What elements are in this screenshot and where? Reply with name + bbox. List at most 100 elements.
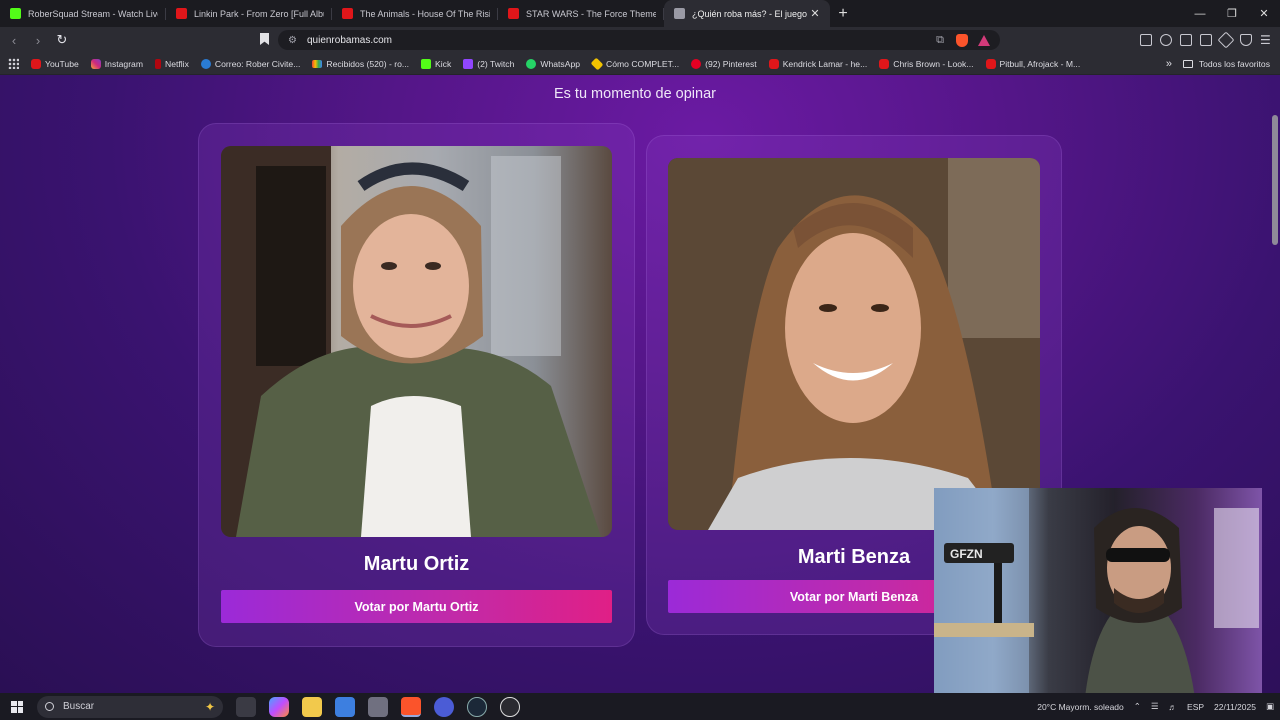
page-scrollbar[interactable] [1272, 115, 1278, 245]
restore-icon[interactable]: ❐ [1216, 0, 1248, 27]
bookmark-label: Kendrick Lamar - he... [782, 58, 868, 69]
vpn-shield-icon[interactable] [1240, 34, 1252, 46]
tab-title: The Animals - House Of The Rising S [360, 8, 490, 19]
all-favorites-label: Todos los favoritos [1198, 58, 1270, 69]
tw-bookmark-icon [463, 58, 474, 69]
store-icon[interactable] [335, 696, 355, 717]
toolbar-right: ☰ [1140, 27, 1272, 53]
brave-icon[interactable] [401, 696, 421, 717]
bookmark-item[interactable]: Pitbull, Afrojack - M... [985, 58, 1081, 69]
browser-tab[interactable]: The Animals - House Of The Rising S [332, 0, 498, 27]
youtube-icon [176, 8, 187, 19]
ig-bookmark-icon [90, 58, 101, 69]
bookmark-label: YouTube [45, 58, 79, 69]
back-icon[interactable]: ‹ [4, 33, 24, 48]
browser-tab[interactable]: RoberSquad Stream - Watch Live [0, 0, 166, 27]
obs-icon[interactable] [500, 696, 520, 717]
pt-bookmark-icon [691, 58, 702, 69]
discord-icon[interactable] [434, 696, 454, 717]
bookmark-item[interactable]: (92) Pinterest [691, 58, 757, 69]
file-explorer-icon[interactable] [302, 696, 322, 717]
bookmarks-overflow-icon[interactable]: » [1166, 58, 1172, 70]
candidate-name-1: Martu Ortiz [363, 553, 470, 575]
yt-bookmark-icon [879, 58, 890, 69]
brave-shields-icon[interactable] [956, 33, 968, 47]
window-controls: — ❐ ✕ [1184, 0, 1280, 27]
gm-bookmark-icon [312, 59, 323, 68]
bookmarks-bar: YouTube Instagram Netflix Correo: Rober Civ… [0, 53, 1280, 75]
forward-icon[interactable]: › [28, 33, 48, 48]
bookmark-icon[interactable] [260, 33, 269, 45]
vote-button-1[interactable]: Votar por Martu Ortiz [221, 590, 612, 623]
kk-bookmark-icon [421, 58, 432, 69]
candidate-photo-2 [668, 158, 1040, 530]
new-tab-button[interactable]: + [830, 0, 856, 27]
bookmark-label: (2) Twitch [477, 58, 515, 69]
yt-bookmark-icon [768, 58, 779, 69]
bookmark-item[interactable]: (2) Twitch [463, 58, 515, 69]
all-favorites-button[interactable]: Todos los favoritos [1182, 58, 1270, 69]
reload-icon[interactable]: ↻ [52, 32, 72, 48]
bookmark-item[interactable]: Instagram [90, 58, 143, 69]
ol-bookmark-icon [200, 58, 211, 69]
bookmark-label: (92) Pinterest [705, 58, 757, 69]
close-window-icon[interactable]: ✕ [1248, 0, 1280, 27]
menu-icon[interactable]: ☰ [1260, 34, 1272, 46]
mic-brand-label: GFZN [950, 547, 983, 561]
bookmark-item[interactable]: Chris Brown - Look... [879, 58, 974, 69]
reader-icon[interactable] [1140, 34, 1152, 46]
bookmark-label: Instagram [104, 58, 143, 69]
wa-bookmark-icon [526, 58, 537, 69]
tab-title: RoberSquad Stream - Watch Live [28, 8, 158, 19]
minimize-icon[interactable]: — [1184, 0, 1216, 27]
brave-rewards-icon[interactable] [978, 34, 990, 46]
leo-ai-icon[interactable] [1217, 31, 1235, 49]
app-icon[interactable] [368, 696, 388, 717]
apps-grid-icon[interactable] [8, 58, 19, 69]
browser-tab[interactable]: Linkin Park - From Zero [Full Albu [166, 0, 332, 27]
youtube-icon [508, 8, 519, 19]
browser-tab[interactable]: STAR WARS - The Force Theme - Emp [498, 0, 664, 27]
tab-title: STAR WARS - The Force Theme - Emp [526, 8, 656, 19]
weather-text[interactable]: 20°C Mayorm. soleado [1037, 702, 1124, 712]
bookmark-label: Netflix [165, 58, 189, 69]
notifications-icon[interactable]: ▣ [1266, 701, 1274, 712]
gd-bookmark-icon [590, 57, 604, 70]
bookmark-item[interactable]: Netflix [155, 58, 189, 69]
browser-tab[interactable]: ¿Quién roba más? - El juego que✕ [664, 0, 830, 27]
bookmark-item[interactable]: YouTube [31, 58, 79, 69]
taskbar-search[interactable]: Buscar ✦ [37, 695, 223, 718]
bookmark-item[interactable]: Kendrick Lamar - he... [768, 58, 868, 69]
bookmark-item[interactable]: Correo: Rober Civite... [200, 58, 301, 69]
bookmark-item[interactable]: Recibidos (520) - ro... [312, 59, 409, 69]
tray-chevron-icon[interactable]: ⌃ [1134, 701, 1141, 712]
search-icon [45, 702, 54, 711]
language-indicator[interactable]: ESP [1187, 702, 1204, 712]
bookmark-label: Correo: Rober Civite... [214, 58, 301, 69]
bookmark-item[interactable]: WhatsApp [526, 58, 580, 69]
task-view-icon[interactable] [236, 696, 256, 717]
copilot-icon[interactable] [269, 696, 289, 717]
url-text[interactable]: quienrobamas.com [307, 35, 936, 46]
bookmark-label: Pitbull, Afrojack - M... [999, 58, 1081, 69]
media-icon[interactable] [1160, 34, 1172, 46]
address-bar[interactable]: ⚙ quienrobamas.com ⧉ [278, 30, 1000, 50]
clock-date[interactable]: 22/11/2025 [1214, 702, 1256, 712]
wifi-icon[interactable]: ☰ [1151, 701, 1159, 712]
bookmark-item[interactable]: Kick [421, 58, 451, 69]
close-tab-icon[interactable]: ✕ [808, 7, 822, 20]
wallet-icon[interactable] [1200, 34, 1212, 46]
share-icon[interactable]: ⧉ [936, 34, 944, 47]
site-settings-icon[interactable]: ⚙ [288, 35, 297, 46]
site-icon [674, 8, 685, 19]
volume-icon[interactable]: ♬ [1169, 702, 1178, 712]
bookmark-label: Cómo COMPLET... [606, 58, 680, 69]
yt-bookmark-icon [31, 58, 41, 69]
page-title: Es tu momento de opinar [553, 86, 716, 102]
bookmark-item[interactable]: Cómo COMPLET... [590, 57, 680, 70]
windows-start-icon[interactable] [11, 700, 23, 713]
tab-list: RoberSquad Stream - Watch Live Linkin Par… [0, 0, 830, 27]
steam-icon[interactable] [467, 696, 487, 717]
taskbar: Buscar ✦ 20°C Mayorm. soleado ⌃ ☰ ♬ ESP … [0, 693, 1280, 720]
sidebar-icon[interactable] [1180, 34, 1192, 46]
